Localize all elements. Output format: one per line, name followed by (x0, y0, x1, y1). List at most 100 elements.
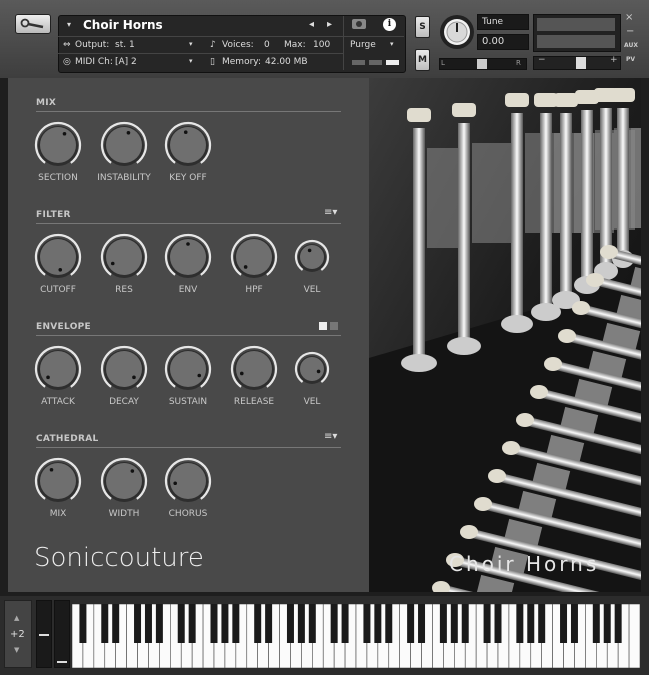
filter-menu-icon[interactable]: ≡▾ (324, 207, 337, 218)
envelope-vel-knob[interactable] (287, 344, 337, 394)
pan-right-label: R (516, 59, 521, 67)
instrument-menu-arrow-icon[interactable]: ▾ (67, 20, 71, 29)
black-key[interactable] (155, 604, 163, 643)
envelope-mode-button-2[interactable] (330, 322, 338, 330)
horn-mouthpiece (554, 93, 578, 107)
black-key[interactable] (297, 604, 305, 643)
filter-env-knob[interactable] (163, 232, 213, 282)
horn-tube (581, 110, 593, 280)
black-key[interactable] (363, 604, 371, 643)
cathedral-menu-icon[interactable]: ≡▾ (324, 431, 337, 442)
black-key[interactable] (439, 604, 447, 643)
next-instrument-icon[interactable]: ▸ (327, 19, 332, 30)
instrument-name[interactable]: Choir Horns (83, 18, 163, 32)
white-key[interactable] (628, 603, 641, 669)
mix-instability-knob[interactable] (99, 120, 149, 170)
aux-button[interactable]: AUX (624, 42, 638, 49)
solo-button[interactable]: S (415, 16, 430, 38)
mod-wheel[interactable] (54, 600, 70, 668)
filter-res-knob[interactable] (99, 232, 149, 282)
volume-slider[interactable]: − + (533, 55, 621, 70)
output-label: Output: (75, 40, 110, 50)
black-key[interactable] (79, 604, 87, 643)
piano-keys[interactable] (71, 603, 641, 669)
black-key[interactable] (614, 604, 622, 643)
mute-button[interactable]: M (415, 49, 430, 71)
mix-key-off-label: KEY OFF (169, 173, 207, 183)
prev-instrument-icon[interactable]: ◂ (309, 19, 314, 30)
black-key[interactable] (341, 604, 349, 643)
info-row-divider (58, 36, 404, 37)
envelope-mode-button-1[interactable] (319, 322, 327, 330)
horn-tube (540, 113, 552, 307)
black-key[interactable] (210, 604, 218, 643)
cathedral-chorus-knob[interactable] (163, 456, 213, 506)
black-key[interactable] (538, 604, 546, 643)
envelope-release-knob[interactable] (229, 344, 279, 394)
black-key[interactable] (330, 604, 338, 643)
black-key[interactable] (188, 604, 196, 643)
level-meters (533, 14, 621, 52)
pitch-wheel[interactable] (36, 600, 52, 668)
black-key[interactable] (494, 604, 502, 643)
pan-slider[interactable] (439, 58, 527, 70)
black-key[interactable] (418, 604, 426, 643)
black-key[interactable] (112, 604, 120, 643)
purge-meter-2 (369, 60, 382, 65)
tune-knob[interactable] (437, 12, 477, 52)
black-key[interactable] (221, 604, 229, 643)
black-key[interactable] (385, 604, 393, 643)
cathedral-mix-knob[interactable] (33, 456, 83, 506)
cathedral-width-knob[interactable] (99, 456, 149, 506)
filter-vel-knob[interactable] (287, 232, 337, 282)
octave-down-icon[interactable]: ▼ (14, 646, 19, 654)
black-key[interactable] (134, 604, 142, 643)
filter-hpf-knob[interactable] (229, 232, 279, 282)
purge-label[interactable]: Purge (350, 40, 376, 50)
black-key[interactable] (592, 604, 600, 643)
mix-section-knob[interactable] (33, 120, 83, 170)
black-key[interactable] (144, 604, 152, 643)
key-horn-mouthpiece (516, 413, 534, 427)
black-key[interactable] (101, 604, 109, 643)
black-key[interactable] (603, 604, 611, 643)
horn-mouthpiece (505, 93, 529, 107)
wrench-button[interactable] (15, 14, 51, 34)
envelope-attack-knob[interactable] (33, 344, 83, 394)
black-key[interactable] (265, 604, 273, 643)
tune-value[interactable]: 0.00 (477, 34, 529, 50)
black-key[interactable] (527, 604, 535, 643)
max-value[interactable]: 100 (313, 40, 330, 50)
black-key[interactable] (232, 604, 240, 643)
black-key[interactable] (483, 604, 491, 643)
black-key[interactable] (516, 604, 524, 643)
pv-button[interactable]: PV (626, 56, 635, 63)
minimize-icon[interactable]: − (626, 26, 634, 37)
filter-cutoff-knob[interactable] (33, 232, 83, 282)
black-key[interactable] (308, 604, 316, 643)
octave-up-icon[interactable]: ▲ (14, 614, 19, 622)
purge-dropdown-icon[interactable]: ▾ (390, 40, 394, 48)
info-icon[interactable]: i (383, 18, 396, 31)
midi-dropdown-icon[interactable]: ▾ (189, 57, 193, 65)
black-key[interactable] (407, 604, 415, 643)
midi-value[interactable]: [A] 2 (115, 57, 137, 67)
filter-env-label: ENV (178, 285, 198, 295)
black-key[interactable] (461, 604, 469, 643)
close-icon[interactable]: × (625, 12, 633, 23)
black-key[interactable] (286, 604, 294, 643)
mix-key-off-knob[interactable] (163, 120, 213, 170)
black-key[interactable] (254, 604, 262, 643)
black-key[interactable] (374, 604, 382, 643)
black-key[interactable] (450, 604, 458, 643)
camera-icon[interactable] (352, 19, 366, 29)
envelope-decay-knob[interactable] (99, 344, 149, 394)
piano-keyboard[interactable] (71, 603, 641, 669)
max-label: Max: (284, 40, 306, 50)
black-key[interactable] (177, 604, 185, 643)
output-dropdown-icon[interactable]: ▾ (189, 40, 193, 48)
black-key[interactable] (570, 604, 578, 643)
envelope-sustain-knob[interactable] (163, 344, 213, 394)
black-key[interactable] (560, 604, 568, 643)
output-value[interactable]: st. 1 (115, 40, 135, 50)
